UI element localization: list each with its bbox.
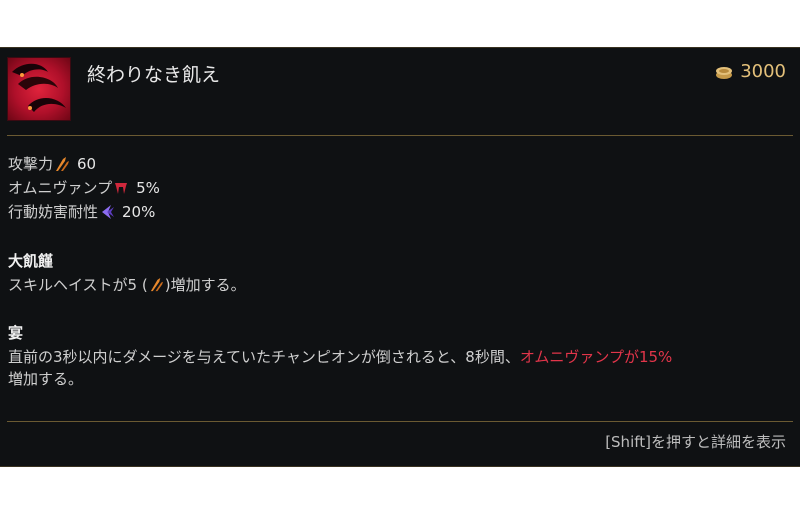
shift-hint: [Shift]を押すと詳細を表示 — [605, 433, 786, 451]
stat-label: 行動妨害耐性 — [8, 203, 99, 221]
stat-value: 20% — [122, 203, 156, 221]
tooltip-header: 終わりなき飢え 3000 — [0, 48, 800, 136]
stat-value: 5% — [136, 179, 160, 197]
tenacity-icon — [102, 205, 115, 219]
passive-title-famine: 大飢饉 — [8, 252, 54, 270]
item-icon — [7, 57, 71, 121]
item-cost: 3000 — [714, 61, 786, 82]
passive-text-part: 直前の3秒以内にダメージを与えていたチャンピオンが倒されると、8秒間、 — [8, 348, 520, 366]
header-divider — [7, 135, 793, 136]
passive-text-feast-line2: 増加する。 — [8, 370, 84, 388]
stat-row-tenacity: 行動妨害耐性 20% — [8, 200, 794, 224]
passive-title-feast: 宴 — [8, 324, 24, 342]
item-tooltip: 終わりなき飢え 3000 攻撃力 60 オムニヴァンプ 5% 行動妨害耐性 20… — [0, 47, 800, 467]
tooltip-body: 攻撃力 60 オムニヴァンプ 5% 行動妨害耐性 20% 大飢饉 スキルヘイスト… — [8, 152, 794, 390]
item-name: 終わりなき飢え — [87, 64, 221, 86]
stat-row-attack-damage: 攻撃力 60 — [8, 152, 794, 176]
passive-text-part: )増加する。 — [164, 276, 246, 294]
item-cost-value: 3000 — [740, 61, 786, 82]
passive-text-part: スキルヘイストが5 ( — [8, 276, 148, 294]
stat-value: 60 — [77, 155, 97, 173]
omnivamp-icon — [115, 183, 128, 194]
passive-highlight: オムニヴァンプが15% — [519, 348, 673, 366]
passive-text-famine: スキルヘイストが5 ( )増加する。 — [8, 274, 794, 296]
footer-divider — [7, 421, 793, 422]
attack-damage-icon — [56, 157, 70, 171]
stat-label: 攻撃力 — [8, 155, 54, 173]
ability-haste-icon — [150, 277, 163, 292]
stat-label: オムニヴァンプ — [8, 179, 113, 197]
stat-row-omnivamp: オムニヴァンプ 5% — [8, 176, 794, 200]
passive-text-feast: 直前の3秒以内にダメージを与えていたチャンピオンが倒されると、8秒間、オムニヴァ… — [8, 346, 794, 368]
gold-coin-icon — [716, 66, 733, 79]
